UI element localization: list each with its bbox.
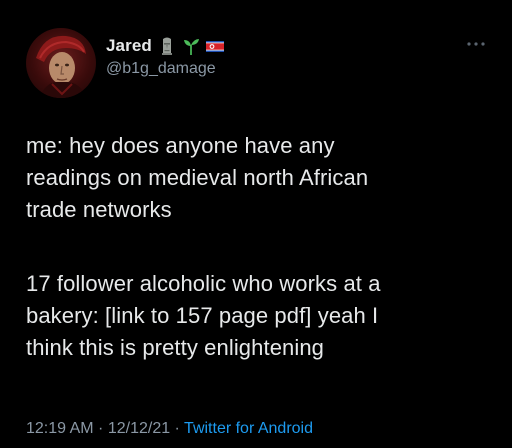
display-name[interactable]: Jared [106,36,152,56]
tweet-source-link[interactable]: Twitter for Android [184,420,313,437]
tweet-text-line: think this is pretty enlightening [26,335,325,360]
tweet-text-paragraph-1: me: hey does anyone have any readings on… [26,130,488,226]
meta-separator: · [93,420,108,437]
tweet-text-line: 17 follower alcoholic who works at a [26,271,381,296]
tweet-text-line: trade networks [26,197,172,222]
tweet-text-line: bakery: [link to 157 page pdf] yeah I [26,303,379,328]
tweet-date[interactable]: 12/12/21 [108,420,170,437]
tweet-header: Jared @b1g_damage [106,34,472,78]
moai-icon [158,36,176,56]
tweet-metadata: 12:19 AM · 12/12/21 · Twitter for Androi… [26,420,313,438]
avatar[interactable] [26,28,96,98]
north-korea-flag-icon [205,36,224,56]
more-horizontal-icon[interactable] [466,40,486,48]
tweet-text-paragraph-2: 17 follower alcoholic who works at a bak… [26,268,488,364]
user-handle[interactable]: @b1g_damage [106,60,472,78]
meta-separator: · [170,420,185,437]
tweet-text-line: me: hey does anyone have any [26,133,335,158]
avatar-portrait-icon [36,35,86,98]
tweet-time[interactable]: 12:19 AM [26,420,94,437]
tweet-text-line: readings on medieval north African [26,165,369,190]
tweet: Jared @b1g_damage me: hey does anyone ha… [0,0,512,448]
name-row: Jared [106,34,472,58]
seedling-icon [182,36,200,56]
